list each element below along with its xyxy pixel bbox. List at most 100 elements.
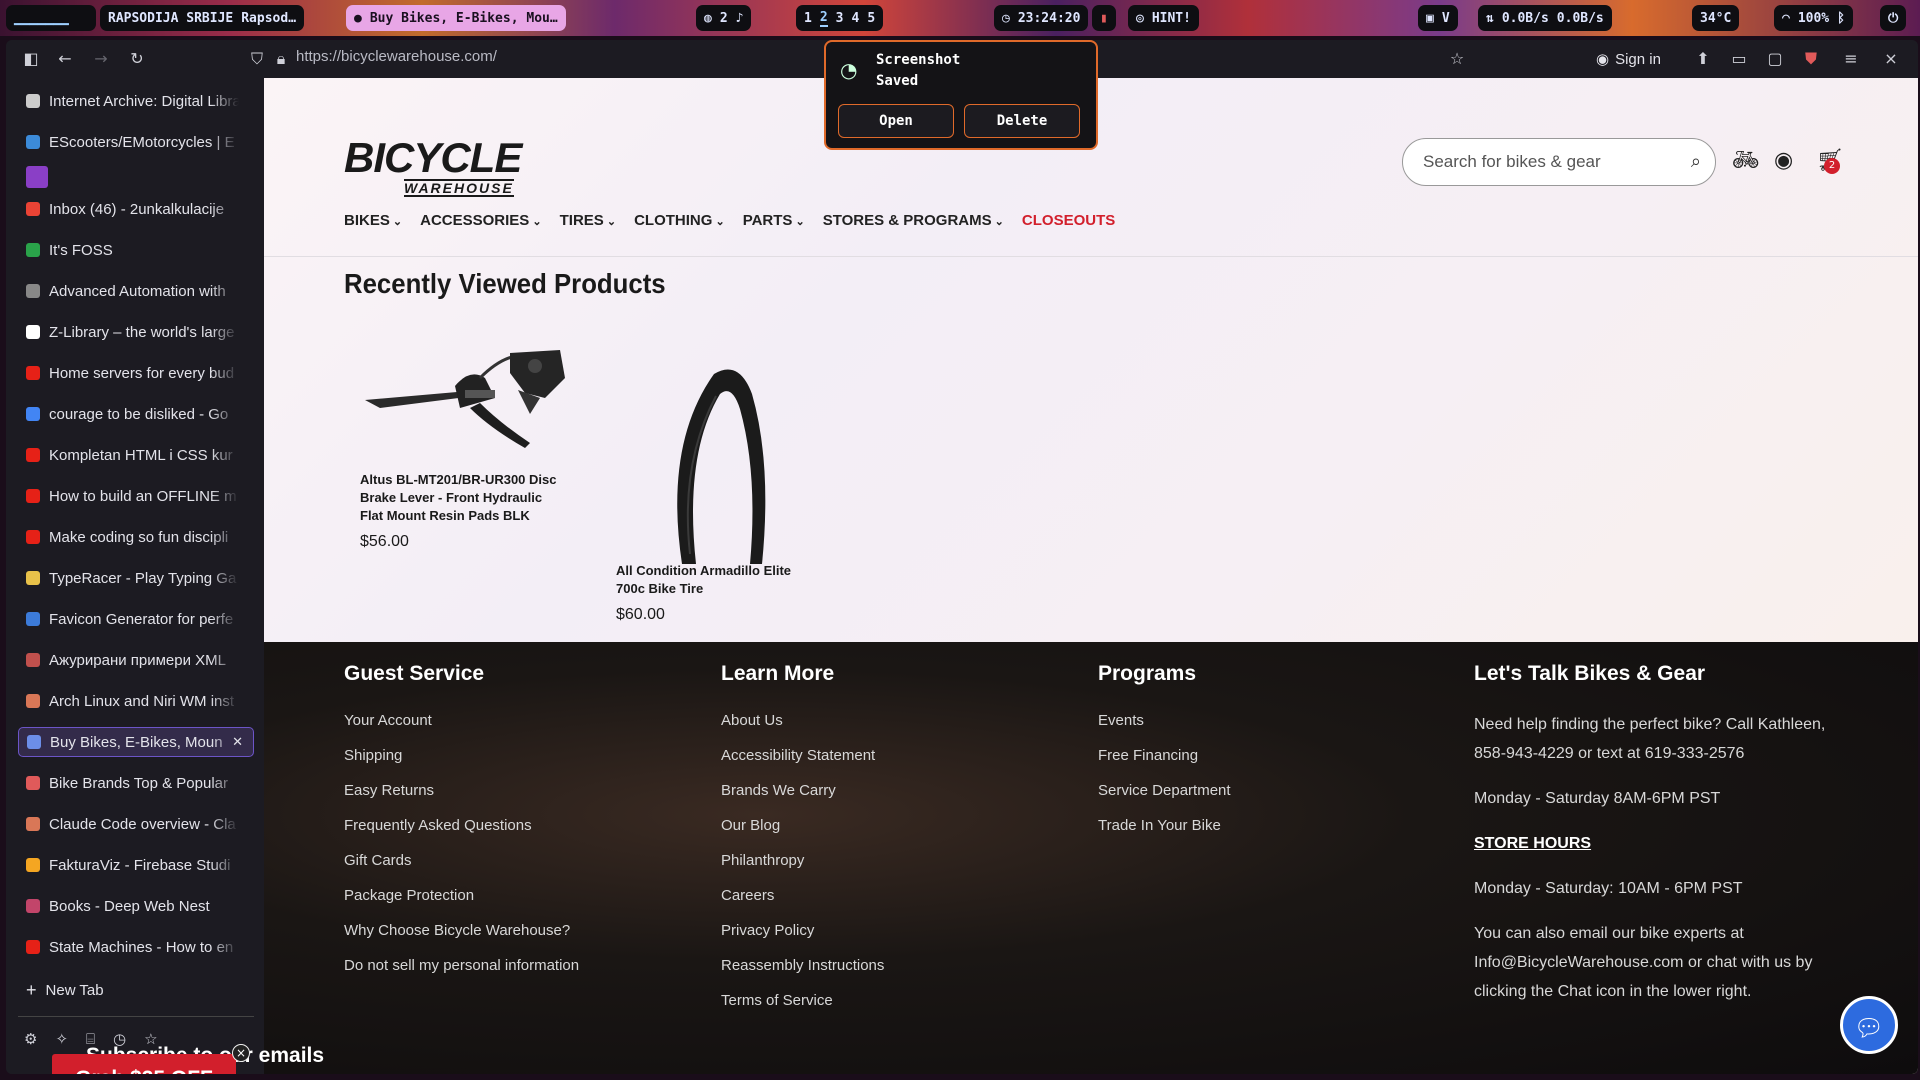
search-icon[interactable]: ⌕ — [1691, 151, 1701, 172]
new-tab-button[interactable]: + New Tab — [18, 975, 254, 1005]
sidebar-tab[interactable]: Kompletan HTML i CSS kur — [18, 440, 254, 470]
footer-link[interactable]: Terms of Service — [721, 992, 884, 1027]
sidebar-tab[interactable]: Home servers for every bud — [18, 358, 254, 388]
footer-link[interactable]: Package Protection — [344, 887, 579, 922]
footer-link[interactable]: About Us — [721, 712, 884, 747]
footer-link[interactable]: Reassembly Instructions — [721, 957, 884, 992]
footer-link[interactable]: Free Financing — [1098, 747, 1231, 782]
footer-link[interactable]: Why Choose Bicycle Warehouse? — [344, 922, 579, 957]
workspace-2[interactable]: 2 — [819, 10, 828, 27]
footer-link[interactable]: Do not sell my personal information — [344, 957, 579, 992]
workspace-1[interactable]: 1 — [804, 11, 812, 26]
workspace-switcher[interactable]: 1 2 3 4 5 — [796, 5, 884, 31]
shield-icon[interactable]: ⛉ — [246, 48, 268, 70]
product-card[interactable]: All Condition Armadillo Elite 700c Bike … — [616, 562, 816, 624]
product-name[interactable]: All Condition Armadillo Elite 700c Bike … — [616, 562, 816, 598]
footer-link[interactable]: Frequently Asked Questions — [344, 817, 579, 852]
nav-parts[interactable]: PARTS — [743, 212, 805, 229]
settings-icon[interactable]: ⚙ — [24, 1030, 37, 1048]
reload-icon[interactable]: ↻ — [126, 48, 148, 70]
screen-share-icon[interactable]: ▢ — [1764, 48, 1786, 70]
sign-in-button[interactable]: ◉ Sign in — [1596, 46, 1661, 72]
hint-chip[interactable]: ◎ HINT! — [1128, 5, 1199, 31]
sidebar-tab[interactable]: It's FOSS — [18, 235, 254, 265]
nav-tires[interactable]: TIRES — [560, 212, 616, 229]
footer-link[interactable]: Service Department — [1098, 782, 1231, 817]
sidebar-tab[interactable]: State Machines - How to en — [18, 932, 254, 962]
active-window-chip[interactable]: ● Buy Bikes, E-Bikes, Mou… — [346, 5, 566, 31]
open-button[interactable]: Open — [838, 104, 954, 138]
footer-link[interactable]: Trade In Your Bike — [1098, 817, 1231, 852]
sidebar-tab[interactable]: courage to be disliked - Go — [18, 399, 254, 429]
workspace-4[interactable]: 4 — [851, 11, 859, 26]
lock-icon[interactable]: 🔒︎ — [270, 48, 292, 70]
notification-chip[interactable]: ◍ 2 ♪ — [696, 5, 752, 31]
ublock-icon[interactable]: ⛊ — [1800, 48, 1822, 70]
nav-bikes[interactable]: BIKES — [344, 212, 402, 229]
sidebar-tab[interactable]: Internet Archive: Digital Library — [18, 86, 254, 116]
sidebar-tab[interactable]: TypeRacer - Play Typing Ga — [18, 563, 254, 593]
footer-link[interactable]: Accessibility Statement — [721, 747, 884, 782]
bike-tire-image[interactable] — [654, 354, 774, 574]
account-icon[interactable]: ◉ — [1774, 148, 1793, 173]
promo-button[interactable]: Grab $25 OFF — [52, 1054, 236, 1074]
product-card[interactable]: Altus BL-MT201/BR-UR300 Disc Brake Lever… — [360, 471, 560, 551]
container-icon[interactable]: ▭ — [1728, 48, 1750, 70]
bicycle-icon[interactable]: 🚲︎ — [1732, 148, 1760, 173]
sidebar-tab[interactable]: Inbox (46) - 2unkalkulacije — [18, 194, 254, 224]
search-input[interactable]: Search for bikes & gear ⌕ — [1402, 138, 1716, 186]
footer-link[interactable]: Our Blog — [721, 817, 884, 852]
back-icon[interactable]: ← — [54, 48, 76, 70]
delete-button[interactable]: Delete — [964, 104, 1080, 138]
footer-link[interactable]: Brands We Carry — [721, 782, 884, 817]
nav-clothing[interactable]: CLOTHING — [634, 212, 725, 229]
sidebar-tab[interactable]: EScooters/EMotorcycles | E — [18, 127, 254, 157]
nav-stores-programs[interactable]: STORES & PROGRAMS — [823, 212, 1004, 229]
workspace-3[interactable]: 3 — [836, 11, 844, 26]
menu-icon[interactable]: ≡ — [1840, 48, 1862, 70]
footer-link[interactable]: Easy Returns — [344, 782, 579, 817]
promo-close-icon[interactable]: × — [232, 1044, 250, 1062]
url-bar[interactable]: https://bicyclewarehouse.com/ — [296, 48, 497, 65]
extensions-icon[interactable]: ⬆ — [1692, 48, 1714, 70]
launcher-indicator[interactable]: ▁▁▁▁▁▁▁ — [6, 5, 96, 31]
footer-link[interactable]: Events — [1098, 712, 1231, 747]
sidebar-tab[interactable]: Z-Library – the world's large — [18, 317, 254, 347]
workspace-5[interactable]: 5 — [867, 11, 875, 26]
brake-lever-image[interactable] — [360, 338, 570, 458]
sidebar-tab[interactable] — [18, 162, 254, 192]
nav-closeouts[interactable]: CLOSEOUTS — [1022, 212, 1115, 229]
ai-sparkle-icon[interactable]: ✧ — [55, 1030, 68, 1048]
store-hours-link[interactable]: STORE HOURS — [1474, 829, 1854, 858]
footer-link[interactable]: Gift Cards — [344, 852, 579, 887]
close-window-icon[interactable]: × — [1880, 48, 1902, 70]
tab-title: Internet Archive: Digital Library — [49, 92, 239, 110]
power-icon[interactable]: ⏻ — [1880, 5, 1907, 31]
sidebar-tab[interactable]: Bike Brands Top & Popular — [18, 768, 254, 798]
forward-icon[interactable]: → — [90, 48, 112, 70]
nav-accessories[interactable]: ACCESSORIES — [420, 212, 541, 229]
footer-link[interactable]: Philanthropy — [721, 852, 884, 887]
product-name[interactable]: Altus BL-MT201/BR-UR300 Disc Brake Lever… — [360, 471, 560, 525]
media-player[interactable]: RAPSODIJA SRBIJE Rapsod… — [100, 5, 305, 31]
sidebar-tab[interactable]: Arch Linux and Niri WM inst — [18, 686, 254, 716]
footer-link[interactable]: Privacy Policy — [721, 922, 884, 957]
sidebar-tab[interactable]: How to build an OFFLINE m — [18, 481, 254, 511]
chat-bubble-icon[interactable]: 💬︎ — [1840, 996, 1898, 1054]
site-logo[interactable]: BICYCLE WAREHOUSE — [344, 137, 522, 197]
sidebar-tab[interactable]: Favicon Generator for perfe — [18, 604, 254, 634]
sidebar-tab[interactable]: FakturaViz - Firebase Studi — [18, 850, 254, 880]
sidebar-tab[interactable]: Advanced Automation with — [18, 276, 254, 306]
tray-chip[interactable]: ▣ V — [1418, 5, 1458, 31]
footer-link[interactable]: Shipping — [344, 747, 579, 782]
sidebar-tab[interactable]: Claude Code overview - Cla — [18, 809, 254, 839]
bookmark-star-icon[interactable]: ☆ — [1446, 48, 1468, 70]
sidebar-tab[interactable]: Books - Deep Web Nest — [18, 891, 254, 921]
sidebar-toggle-icon[interactable]: ◧ — [20, 48, 42, 70]
footer-link[interactable]: Careers — [721, 887, 884, 922]
footer-link[interactable]: Your Account — [344, 712, 579, 747]
sidebar-tab[interactable]: Ажурирани примери XML — [18, 645, 254, 675]
sidebar-tab[interactable]: Buy Bikes, E-Bikes, Moun ✕ — [18, 727, 254, 757]
close-tab-icon[interactable]: ✕ — [232, 734, 243, 750]
sidebar-tab[interactable]: Make coding so fun discipli — [18, 522, 254, 552]
